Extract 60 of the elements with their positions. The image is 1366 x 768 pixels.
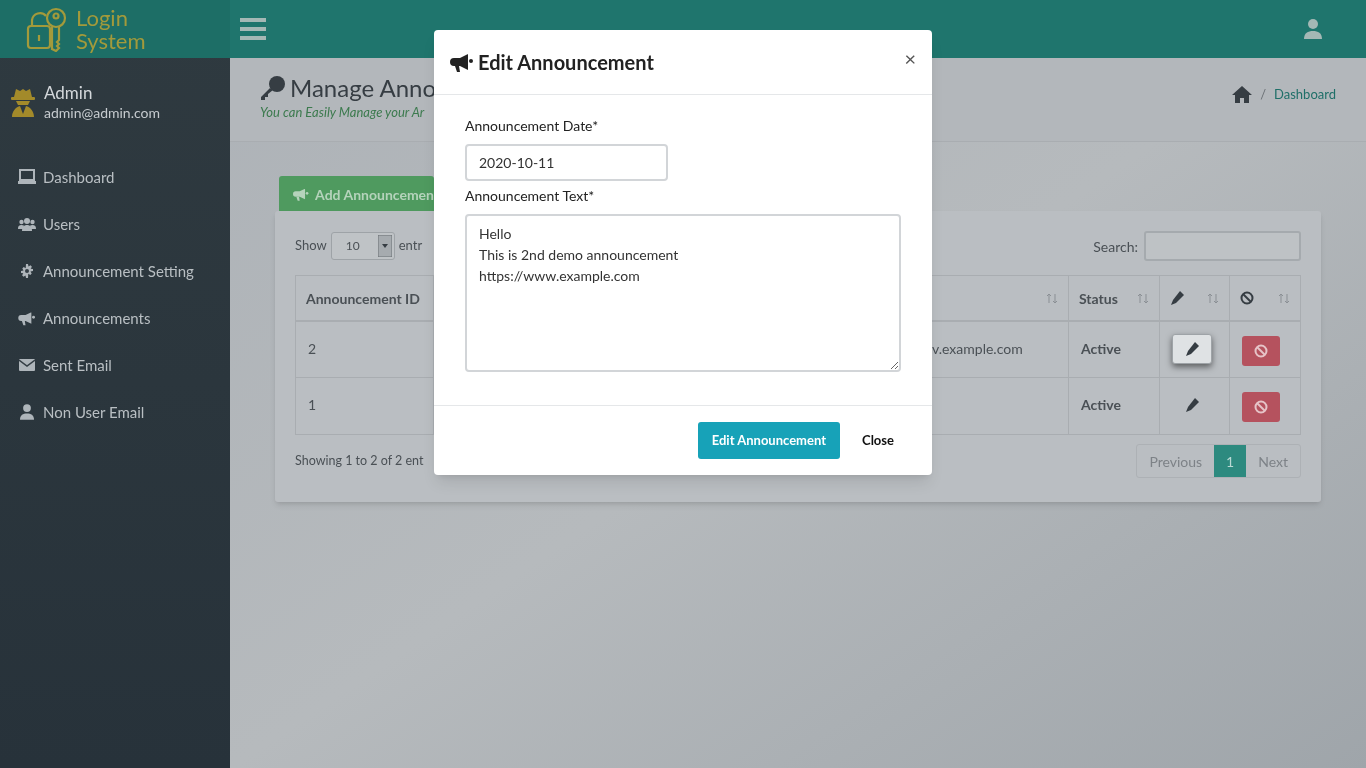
breadcrumb-separator: / xyxy=(1260,85,1267,104)
text-label: Announcement Text* xyxy=(465,187,596,205)
sidebar-item[interactable]: Non User Email xyxy=(18,399,230,425)
column-header[interactable]: Status xyxy=(1079,287,1118,309)
user-icon xyxy=(20,404,34,420)
sort-arrows-icon[interactable] xyxy=(1278,292,1290,304)
megaphone-icon xyxy=(450,51,474,73)
table-cell-text: v.example.com xyxy=(932,339,1023,359)
column-header[interactable]: Announcement ID xyxy=(306,287,420,309)
gear-icon xyxy=(19,263,35,279)
users-icon xyxy=(18,217,36,231)
dialog-title: Edit Announcement xyxy=(478,49,654,76)
user-icon[interactable] xyxy=(1304,19,1322,39)
home-icon[interactable] xyxy=(1232,86,1253,104)
sidebar-item[interactable]: Announcement Setting xyxy=(18,258,230,284)
deactivate-button[interactable] xyxy=(1242,336,1280,366)
sort-arrows-icon[interactable] xyxy=(1207,292,1219,304)
table-cell-text: 2 xyxy=(308,339,317,359)
deactivate-button[interactable] xyxy=(1242,392,1280,422)
show-label: Show xyxy=(295,236,327,256)
close-button[interactable]: × xyxy=(904,48,916,68)
megaphone-icon xyxy=(293,186,310,202)
menu-icon[interactable] xyxy=(240,18,266,40)
spy-user-icon xyxy=(10,87,36,117)
sort-arrows-icon[interactable] xyxy=(1046,292,1058,304)
user-name: Admin xyxy=(44,82,94,104)
megaphone-icon xyxy=(18,310,36,326)
sort-arrows-icon[interactable] xyxy=(1137,292,1149,304)
page-size-select[interactable]: 10 xyxy=(330,232,395,260)
brand-title: Login xyxy=(76,6,129,29)
pencil-icon xyxy=(1185,342,1199,356)
entries-label: entr xyxy=(398,236,423,256)
table-cell-text: 1 xyxy=(308,395,317,415)
dropdown-caret-icon xyxy=(377,235,392,257)
envelope-icon xyxy=(19,359,35,371)
sidebar-item[interactable]: Sent Email xyxy=(18,352,230,378)
page-title: Manage Anno xyxy=(290,73,437,103)
date-field[interactable]: 2020-10-11 xyxy=(465,144,668,181)
table-cell-text: Active xyxy=(1081,395,1121,415)
search-label: Search: xyxy=(1093,236,1138,257)
date-label: Announcement Date* xyxy=(465,117,600,135)
ban-icon xyxy=(1254,400,1268,414)
close-button[interactable]: Close xyxy=(854,422,902,459)
key-icon xyxy=(260,75,286,101)
table-cell-text: Active xyxy=(1081,339,1121,359)
sidebar-item[interactable]: Announcements xyxy=(18,305,230,331)
ban-icon xyxy=(1254,344,1268,358)
table-info: Showing 1 to 2 of 2 ent xyxy=(295,451,424,470)
search-field[interactable] xyxy=(1144,231,1301,261)
pencil-icon xyxy=(1185,398,1199,412)
pencil-icon xyxy=(1170,291,1184,305)
user-email: admin@admin.com xyxy=(44,104,160,122)
brand-title: System xyxy=(76,29,146,52)
page-subtitle: You can Easily Manage your Ar xyxy=(260,103,426,121)
announcement-text-field[interactable]: Hello This is 2nd demo announcement https://www.example.com xyxy=(465,214,901,372)
ban-icon xyxy=(1240,291,1254,305)
laptop-icon xyxy=(18,169,36,185)
edit-button[interactable] xyxy=(1172,334,1212,364)
sidebar-item[interactable]: Users xyxy=(18,211,230,237)
sidebar-item[interactable]: Dashboard xyxy=(18,164,230,190)
